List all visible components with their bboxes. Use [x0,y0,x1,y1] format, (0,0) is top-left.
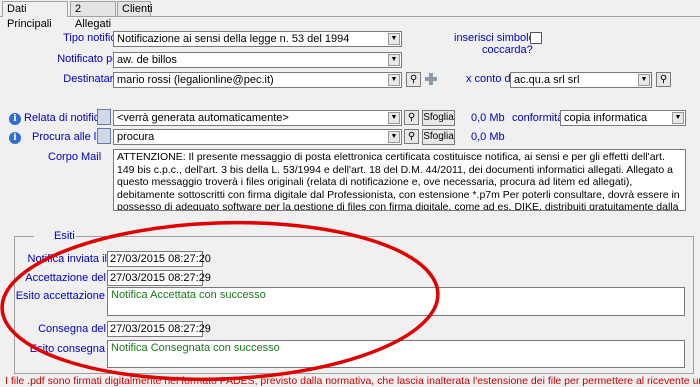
tipo-notifica-value: Notificazione ai sensi della legge n. 53… [117,33,350,45]
accettazione-field[interactable]: 27/03/2015 08:27:29 [107,270,211,286]
relata-label: Relata di notifica [24,112,106,124]
chevron-down-icon[interactable]: ▼ [388,74,400,86]
esito-accettazione-label: Esito accettazione [15,290,105,302]
scanner-icon[interactable] [97,128,111,144]
procura-size: 0,0 Mb [471,131,505,143]
consegna-field[interactable]: 27/03/2015 08:27:29 [107,321,211,337]
magnifier-icon: ⚲ [409,74,418,85]
chevron-down-icon[interactable]: ▼ [388,131,400,143]
sfoglia-procura-button[interactable]: Sfoglia [422,129,455,145]
notificato-per-select[interactable]: aw. de billos ▼ [113,52,402,68]
tab-bar: Dati Principali 2 Allegati Clienti [0,0,700,30]
tipo-notifica-label: Tipo notifica [63,32,122,44]
consegna-label: Consegna del [38,323,106,335]
destinatario-value: mario rossi (legalionline@pec.it) [117,74,274,86]
conformita-value: copia informatica [564,112,648,124]
corpo-mail-textarea[interactable]: ATTENZIONE: Il presente messaggio di pos… [113,149,686,211]
procura-value: procura [117,131,155,143]
tab-allegati[interactable]: 2 Allegati [70,1,116,30]
magnifier-icon: ⚲ [659,74,668,85]
esito-consegna-label: Esito consegna [29,343,105,355]
relata-select[interactable]: <verrà generata automaticamente> ▼ [113,110,402,126]
info-icon[interactable]: i [9,113,21,125]
search-conto-button[interactable]: ⚲ [656,72,671,87]
inviata-field[interactable]: 27/03/2015 08:27:20 [107,251,211,267]
inviata-label: Notifica inviata il [27,253,107,265]
magnifier-icon: ⚲ [407,131,416,142]
procura-select[interactable]: procura ▼ [113,129,402,145]
esito-consegna-field[interactable]: Notifica Consegnata con successo [107,340,685,368]
tipo-notifica-select[interactable]: Notificazione ai sensi della legge n. 53… [113,31,402,47]
footer-note: I file .pdf sono firmati digitalmente ne… [5,375,700,387]
conto-select[interactable]: ac.qu.a srl srl ▼ [510,72,652,88]
relata-value: <verrà generata automaticamente> [117,112,289,124]
corpo-mail-label: Corpo Mail [48,151,102,163]
add-destinatario-button[interactable] [424,72,438,86]
relata-size: 0,0 Mb [471,112,505,124]
conto-label: x conto di [466,73,514,85]
chevron-down-icon[interactable]: ▼ [638,74,650,86]
info-icon[interactable]: i [9,132,21,144]
simbolo-label-line1: inserisci simbolo [454,32,535,44]
notificato-per-value: aw. de billos [117,54,177,66]
chevron-down-icon[interactable]: ▼ [388,54,400,66]
esito-accettazione-field[interactable]: Notifica Accettata con successo [107,287,685,316]
chevron-down-icon[interactable]: ▼ [672,112,684,124]
conto-value: ac.qu.a srl srl [514,74,580,86]
search-contact-button[interactable]: ⚲ [406,72,421,87]
magnifier-icon: ⚲ [407,112,416,123]
destinatario-label: Destinatario [63,73,122,85]
accettazione-label: Accettazione del [25,272,106,284]
notificato-per-label: Notificato per [57,53,122,65]
destinatario-select[interactable]: mario rossi (legalionline@pec.it) ▼ [113,72,402,88]
conformita-label: conformità [512,112,564,124]
chevron-down-icon[interactable]: ▼ [388,112,400,124]
tab-clienti[interactable]: Clienti [117,1,153,16]
simbolo-label-line2: coccarda? [482,44,533,56]
coccarda-checkbox[interactable] [530,32,542,44]
conformita-select[interactable]: copia informatica ▼ [560,110,686,126]
sfoglia-relata-button[interactable]: Sfoglia [422,110,455,126]
procura-label: Procura alle liti [32,131,105,143]
preview-procura-button[interactable]: ⚲ [404,129,419,144]
scanner-icon[interactable] [97,109,111,125]
esiti-legend: Esiti [34,230,76,242]
chevron-down-icon[interactable]: ▼ [388,33,400,45]
tab-dati-principali[interactable]: Dati Principali [2,1,68,30]
plus-icon [425,73,437,85]
preview-relata-button[interactable]: ⚲ [404,110,419,125]
